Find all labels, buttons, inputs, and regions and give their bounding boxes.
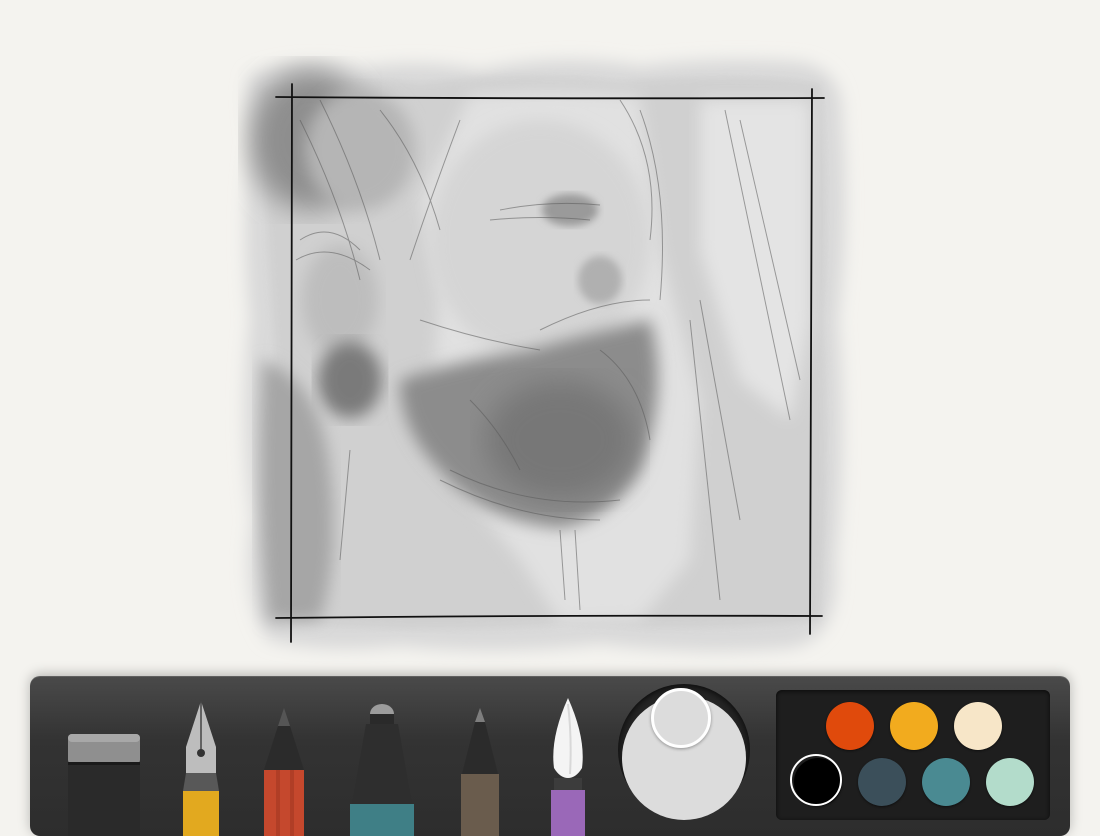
watercolor-brush-icon — [551, 698, 585, 836]
marker-tool[interactable] — [348, 704, 416, 836]
swatch-mint[interactable] — [986, 758, 1034, 806]
swatch-slate[interactable] — [858, 758, 906, 806]
swatch-black[interactable] — [790, 754, 842, 806]
sketch-artwork — [244, 59, 846, 652]
fineliner-icon — [461, 708, 499, 836]
swatch-yellow[interactable] — [890, 702, 938, 750]
current-color-indicator[interactable] — [651, 688, 711, 748]
pencil-icon — [264, 708, 304, 836]
fineliner-tool[interactable] — [458, 708, 502, 836]
color-palette — [776, 690, 1050, 820]
marker-icon — [350, 704, 414, 836]
swatch-cream[interactable] — [954, 702, 1002, 750]
watercolor-brush-tool[interactable] — [546, 698, 590, 836]
drawing-canvas[interactable] — [0, 0, 1100, 670]
swatch-orange[interactable] — [826, 702, 874, 750]
tool-tray — [30, 676, 1070, 836]
fountain-pen-tool[interactable] — [180, 701, 222, 836]
color-mixer-wheel[interactable] — [618, 684, 750, 820]
eraser-icon — [68, 734, 140, 836]
fountain-pen-icon — [183, 701, 219, 836]
pencil-tool[interactable] — [262, 708, 306, 836]
eraser-tool[interactable] — [66, 734, 142, 836]
swatch-teal[interactable] — [922, 758, 970, 806]
